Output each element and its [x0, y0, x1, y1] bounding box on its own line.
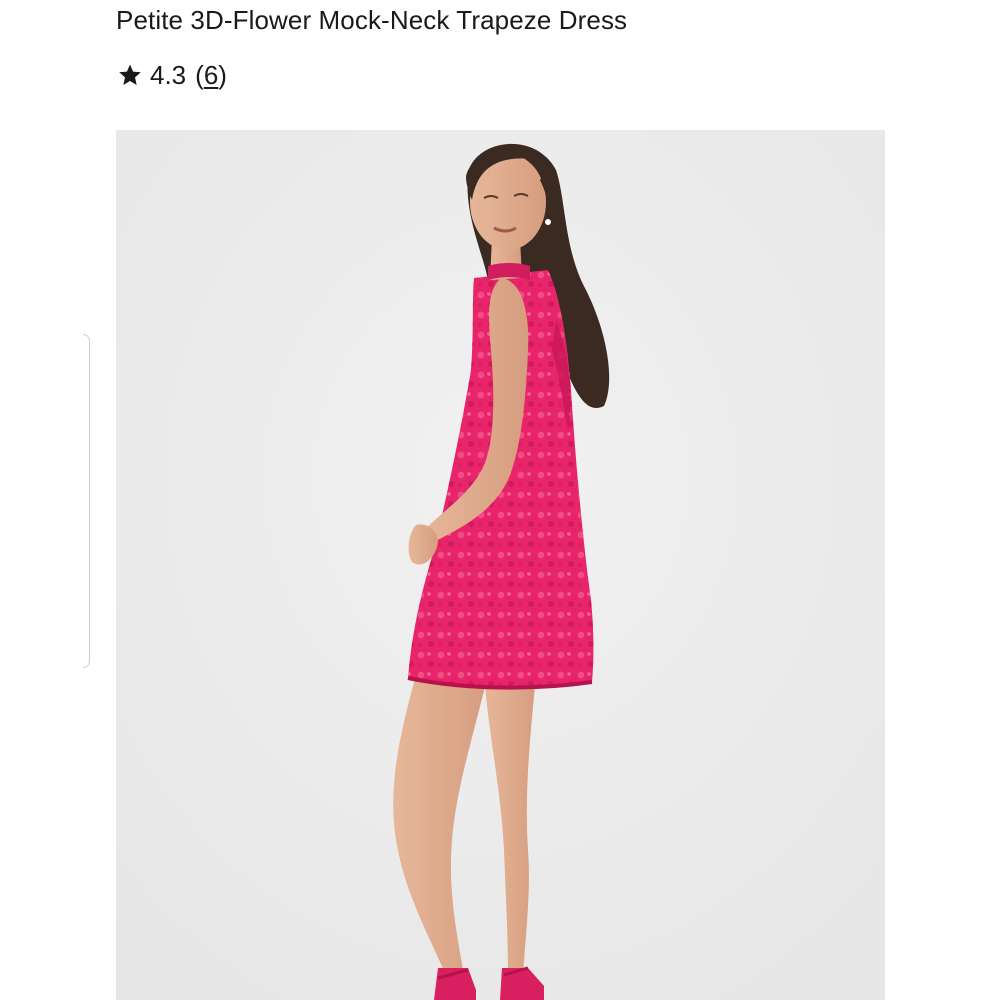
- product-title: Petite 3D-Flower Mock-Neck Trapeze Dress: [116, 5, 628, 35]
- product-photo-illustration: [116, 130, 885, 1000]
- product-image[interactable]: [116, 130, 885, 1000]
- product-page: Petite 3D-Flower Mock-Neck Trapeze Dress…: [0, 0, 1000, 1000]
- review-count-wrapper[interactable]: (6): [195, 58, 227, 92]
- product-rating[interactable]: 4.3 (6): [118, 58, 227, 92]
- star-icon: [118, 63, 150, 87]
- rating-value: 4.3: [150, 60, 187, 90]
- carousel-scroll-handle[interactable]: [83, 334, 90, 668]
- review-count-link[interactable]: 6: [204, 60, 218, 90]
